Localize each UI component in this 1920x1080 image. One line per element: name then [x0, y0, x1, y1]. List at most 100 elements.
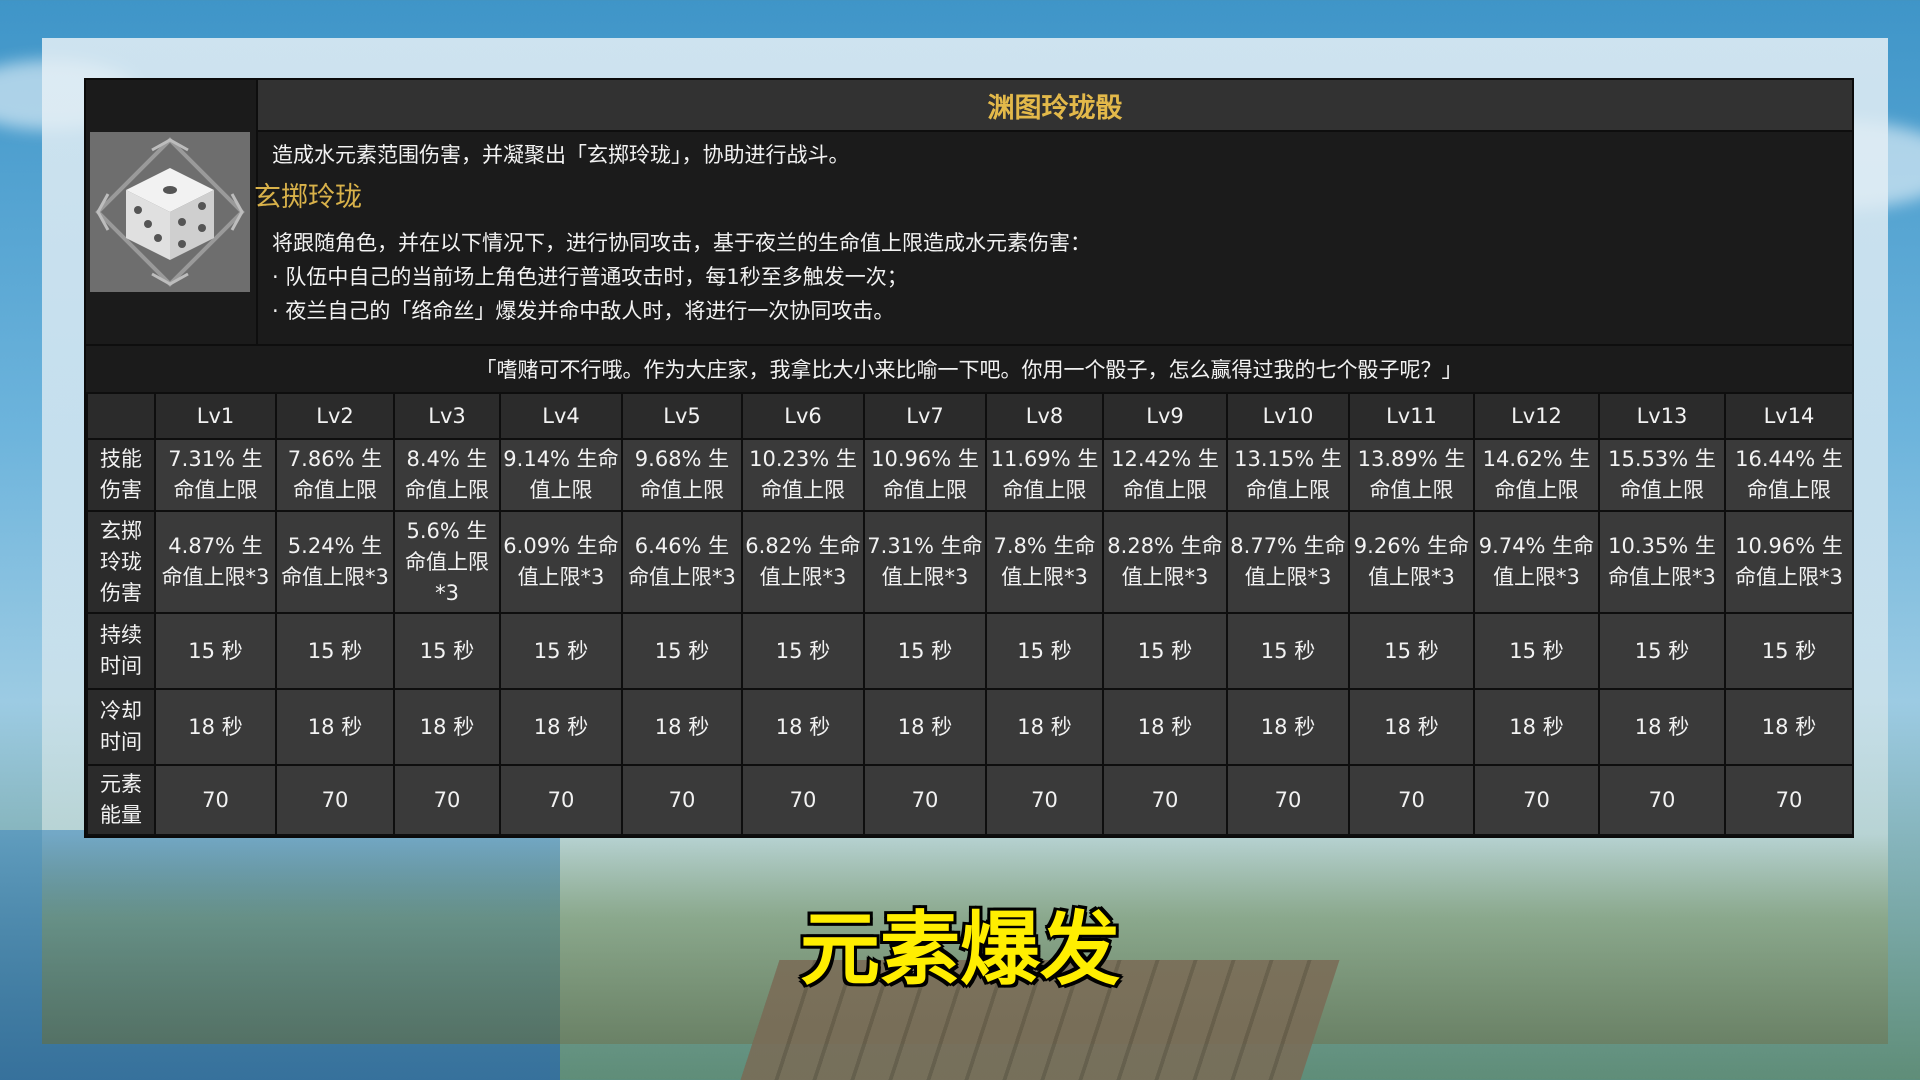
level-header: Lv3 — [393, 392, 501, 440]
skill-panel: 渊图玲珑骰 造成水元素范围伤害，并凝聚出「玄掷玲珑」，协助进行战斗。 玄掷玲珑 … — [84, 78, 1854, 838]
table-cell: 18 秒 — [499, 688, 623, 766]
table-row: 持续时间 15 秒 15 秒 15 秒 15 秒 15 秒 15 秒 15 秒 … — [86, 612, 1854, 690]
table-cell: 15 秒 — [499, 612, 623, 690]
table-cell: 15 秒 — [1348, 612, 1475, 690]
detail-line: 将跟随角色，并在以下情况下，进行协同攻击，基于夜兰的生命值上限造成水元素伤害： — [272, 231, 1091, 255]
table-cell: 15 秒 — [1598, 612, 1726, 690]
table-cell: 70 — [499, 764, 623, 836]
table-cell: 9.26% 生命值上限*3 — [1348, 510, 1475, 614]
table-cell: 4.87% 生命值上限*3 — [154, 510, 277, 614]
table-cell: 18 秒 — [154, 688, 277, 766]
level-stats-table: Lv1 Lv2 Lv3 Lv4 Lv5 Lv6 Lv7 Lv8 Lv9 Lv10… — [86, 392, 1854, 836]
table-cell: 7.31% 生命值上限 — [154, 438, 277, 512]
table-cell: 14.62% 生命值上限 — [1473, 438, 1600, 512]
table-cell: 15 秒 — [863, 612, 987, 690]
level-header: Lv10 — [1226, 392, 1350, 440]
table-cell: 18 秒 — [393, 688, 501, 766]
table-cell: 8.4% 生命值上限 — [393, 438, 501, 512]
table-cell: 13.89% 生命值上限 — [1348, 438, 1475, 512]
table-cell: 15 秒 — [1473, 612, 1600, 690]
table-cell: 15 秒 — [154, 612, 277, 690]
table-cell: 18 秒 — [1473, 688, 1600, 766]
table-cell: 7.31% 生命值上限*3 — [863, 510, 987, 614]
table-cell: 15 秒 — [1102, 612, 1228, 690]
table-cell: 15 秒 — [1226, 612, 1350, 690]
table-cell: 70 — [1102, 764, 1228, 836]
level-header: Lv11 — [1348, 392, 1475, 440]
table-cell: 9.68% 生命值上限 — [621, 438, 743, 512]
table-cell: 9.74% 生命值上限*3 — [1473, 510, 1600, 614]
row-label: 冷却时间 — [86, 688, 156, 766]
table-cell: 6.09% 生命值上限*3 — [499, 510, 623, 614]
skill-quote: 「嗜赌可不行哦。作为大庄家，我拿比大小来比喻一下吧。你用一个骰子，怎么赢得过我的… — [86, 344, 1852, 394]
table-cell: 70 — [621, 764, 743, 836]
table-cell: 18 秒 — [863, 688, 987, 766]
table-cell: 70 — [741, 764, 865, 836]
level-header: Lv8 — [985, 392, 1104, 440]
row-label: 玄掷玲珑伤害 — [86, 510, 156, 614]
table-cell: 70 — [154, 764, 277, 836]
table-cell: 5.6% 生命值上限*3 — [393, 510, 501, 614]
table-cell: 8.77% 生命值上限*3 — [1226, 510, 1350, 614]
level-header: Lv5 — [621, 392, 743, 440]
table-cell: 18 秒 — [1348, 688, 1475, 766]
table-cell: 6.82% 生命值上限*3 — [741, 510, 865, 614]
table-cell: 70 — [393, 764, 501, 836]
table-cell: 7.86% 生命值上限 — [275, 438, 395, 512]
table-cell: 18 秒 — [621, 688, 743, 766]
table-cell: 70 — [1226, 764, 1350, 836]
level-header: Lv6 — [741, 392, 865, 440]
table-cell: 13.15% 生命值上限 — [1226, 438, 1350, 512]
table-cell: 18 秒 — [741, 688, 865, 766]
table-cell: 15.53% 生命值上限 — [1598, 438, 1726, 512]
detail-line: · 队伍中自己的当前场上角色进行普通攻击时，每1秒至多触发一次； — [272, 265, 908, 289]
skill-description: 造成水元素范围伤害，并凝聚出「玄掷玲珑」，协助进行战斗。 — [272, 143, 850, 167]
detail-line: · 夜兰自己的「络命丝」爆发并命中敌人时，将进行一次协同攻击。 — [272, 299, 895, 323]
table-cell: 8.28% 生命值上限*3 — [1102, 510, 1228, 614]
video-caption: 元素爆发 — [798, 901, 1122, 998]
level-header: Lv2 — [275, 392, 395, 440]
table-cell: 15 秒 — [1724, 612, 1854, 690]
table-cell: 6.46% 生命值上限*3 — [621, 510, 743, 614]
table-cell: 10.96% 生命值上限*3 — [1724, 510, 1854, 614]
table-cell: 9.14% 生命值上限 — [499, 438, 623, 512]
table-cell: 15 秒 — [985, 612, 1104, 690]
level-header: Lv1 — [154, 392, 277, 440]
row-label: 元素能量 — [86, 764, 156, 836]
table-cell: 70 — [1473, 764, 1600, 836]
corner-cell — [86, 392, 156, 440]
table-cell: 10.96% 生命值上限 — [863, 438, 987, 512]
level-header: Lv14 — [1724, 392, 1854, 440]
table-cell: 70 — [985, 764, 1104, 836]
table-cell: 70 — [275, 764, 395, 836]
level-header: Lv13 — [1598, 392, 1726, 440]
table-cell: 70 — [863, 764, 987, 836]
table-cell: 15 秒 — [621, 612, 743, 690]
table-cell: 18 秒 — [1598, 688, 1726, 766]
level-header: Lv9 — [1102, 392, 1228, 440]
level-header: Lv7 — [863, 392, 987, 440]
table-row: 技能伤害 7.31% 生命值上限 7.86% 生命值上限 8.4% 生命值上限 … — [86, 438, 1854, 512]
table-cell: 15 秒 — [393, 612, 501, 690]
dice-icon — [90, 132, 250, 292]
table-cell: 7.8% 生命值上限*3 — [985, 510, 1104, 614]
table-cell: 18 秒 — [1226, 688, 1350, 766]
table-cell: 15 秒 — [741, 612, 865, 690]
table-row: 冷却时间 18 秒 18 秒 18 秒 18 秒 18 秒 18 秒 18 秒 … — [86, 688, 1854, 766]
level-header: Lv12 — [1473, 392, 1600, 440]
table-cell: 18 秒 — [275, 688, 395, 766]
table-cell: 18 秒 — [1102, 688, 1228, 766]
row-label: 技能伤害 — [86, 438, 156, 512]
level-header-row: Lv1 Lv2 Lv3 Lv4 Lv5 Lv6 Lv7 Lv8 Lv9 Lv10… — [86, 392, 1854, 440]
table-cell: 12.42% 生命值上限 — [1102, 438, 1228, 512]
icon-column — [86, 80, 258, 344]
table-cell: 70 — [1598, 764, 1726, 836]
table-cell: 10.35% 生命值上限*3 — [1598, 510, 1726, 614]
table-cell: 5.24% 生命值上限*3 — [275, 510, 395, 614]
skill-description-block: 造成水元素范围伤害，并凝聚出「玄掷玲珑」，协助进行战斗。 玄掷玲珑 将跟随角色，… — [254, 138, 1832, 328]
summon-title: 玄掷玲珑 — [254, 182, 362, 213]
level-header: Lv4 — [499, 392, 623, 440]
table-cell: 10.23% 生命值上限 — [741, 438, 865, 512]
skill-title: 渊图玲珑骰 — [258, 80, 1852, 132]
table-row: 元素能量 70 70 70 70 70 70 70 70 70 70 70 70… — [86, 764, 1854, 836]
